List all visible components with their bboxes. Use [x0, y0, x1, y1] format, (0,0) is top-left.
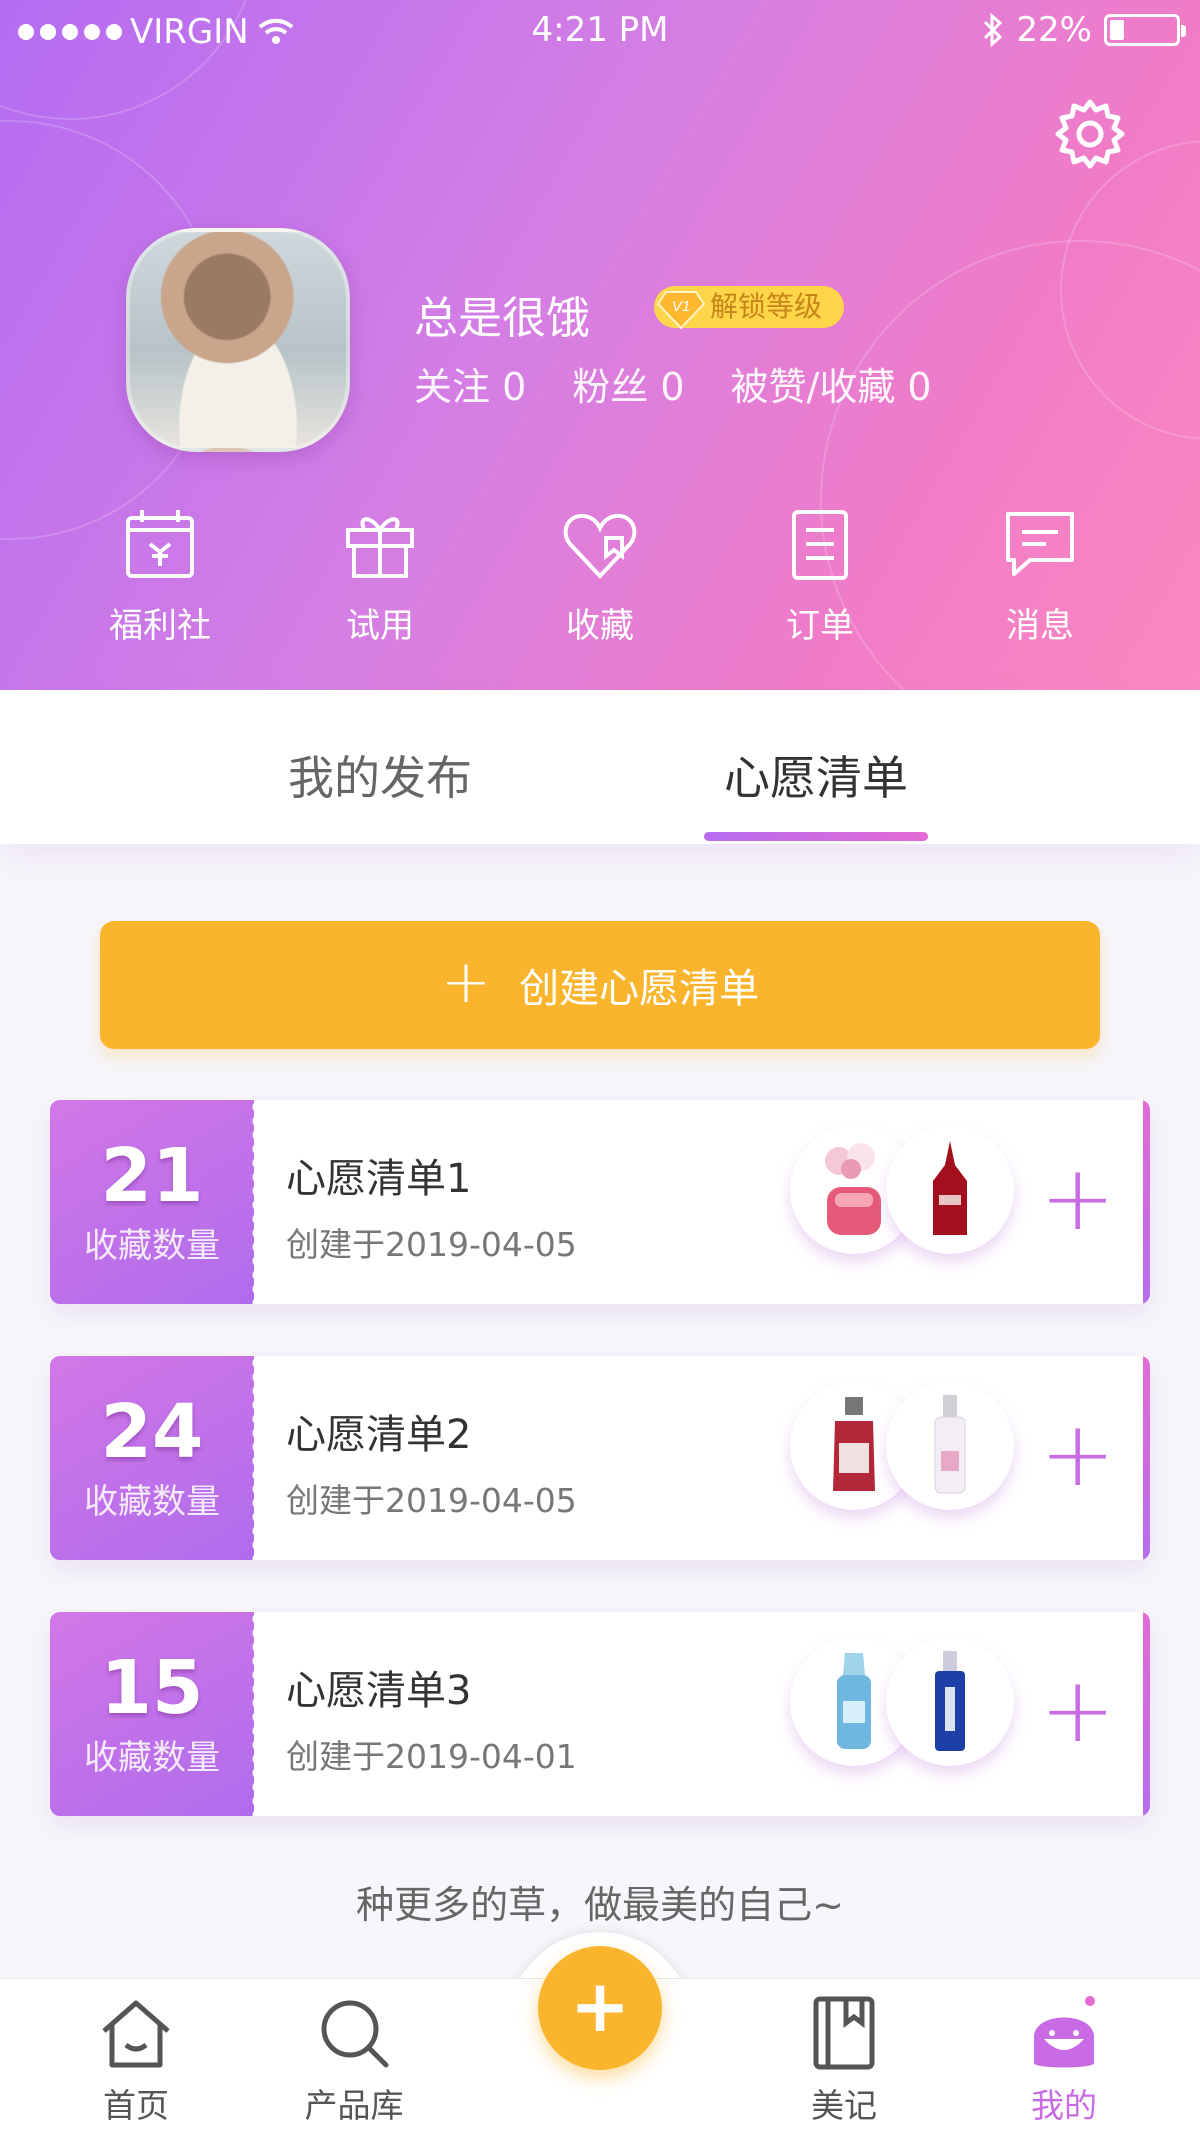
- level-gem-icon: V1: [656, 291, 706, 330]
- profile-face-icon: [1034, 1996, 1095, 2068]
- quick-messages[interactable]: 消息: [930, 504, 1150, 647]
- slogan: 种更多的草，做最美的自己~: [356, 1883, 844, 1927]
- message-icon: [1006, 512, 1074, 576]
- create-wishlist-button[interactable]: + 创建心愿清单: [100, 921, 1100, 1049]
- quick-label: 消息: [1006, 606, 1074, 646]
- active-tab-indicator: [704, 832, 928, 841]
- wishlist-count-block: 15 收藏数量: [50, 1612, 254, 1816]
- wishlist-count-block: 24 收藏数量: [50, 1356, 254, 1560]
- essence-bottle-icon: [935, 1651, 965, 1751]
- quick-welfare[interactable]: 福利社: [50, 504, 270, 647]
- ticket-perforation: [244, 1612, 258, 1816]
- wishlist-count: 15: [100, 1645, 204, 1731]
- quick-label: 试用: [346, 606, 414, 646]
- add-post-button[interactable]: +: [538, 1946, 662, 2070]
- product-thumbnail[interactable]: [886, 1638, 1014, 1766]
- profile-header: VIRGIN 4:21 PM 22% 总是很饿 V1 解锁等级 关注 0 粉丝 …: [0, 0, 1200, 690]
- product-thumbnail[interactable]: [886, 1126, 1014, 1254]
- profile-tabs: 我的发布 心愿清单: [0, 690, 1200, 844]
- fans-count[interactable]: 粉丝 0: [572, 356, 684, 411]
- notebook-icon: [813, 1996, 875, 2070]
- wishlist-card[interactable]: 24 收藏数量 心愿清单2 创建于2019-04-05 +: [50, 1356, 1150, 1560]
- quick-orders[interactable]: 订单: [710, 504, 930, 647]
- plus-icon: +: [440, 947, 492, 1017]
- add-to-wishlist-button[interactable]: +: [1040, 1400, 1115, 1510]
- quick-label: 收藏: [566, 606, 634, 646]
- calendar-gift-icon: [126, 510, 194, 578]
- battery-icon: [1104, 14, 1186, 46]
- following-count[interactable]: 关注 0: [414, 356, 526, 411]
- username: 总是很饿: [414, 293, 590, 344]
- home-icon: [102, 2000, 170, 2068]
- quick-label: 福利社: [109, 606, 211, 646]
- gear-icon[interactable]: [1052, 96, 1128, 172]
- serum-bottle-icon: [933, 1141, 967, 1235]
- wishlist-count-label: 收藏数量: [84, 1226, 220, 1266]
- nav-label: 我的: [1031, 2086, 1097, 2125]
- likes-count[interactable]: 被赞/收藏 0: [731, 356, 932, 411]
- tab-my-posts[interactable]: 我的发布: [240, 742, 520, 808]
- quick-actions: 福利社 试用 收藏 订单 消息: [50, 504, 1150, 647]
- wishlist-date: 创建于2019-04-05: [286, 1225, 577, 1264]
- heart-bookmark-icon: [563, 513, 637, 579]
- quick-label: 订单: [786, 606, 854, 646]
- wishlist-count: 21: [100, 1133, 204, 1219]
- nav-notes[interactable]: 美记: [764, 1993, 924, 2127]
- nav-me[interactable]: 我的: [984, 1993, 1144, 2127]
- product-thumbnail[interactable]: [886, 1382, 1014, 1510]
- wishlist-card[interactable]: 15 收藏数量 心愿清单3 创建于2019-04-01 +: [50, 1612, 1150, 1816]
- ticket-perforation: [244, 1100, 258, 1304]
- nav-label: 产品库: [304, 2086, 404, 2125]
- nav-label: 美记: [811, 2086, 877, 2125]
- add-to-wishlist-button[interactable]: +: [1040, 1144, 1115, 1254]
- battery-percent: 22%: [1016, 10, 1092, 50]
- quick-trial[interactable]: 试用: [270, 504, 490, 647]
- wishlist-title: 心愿清单2: [286, 1412, 472, 1458]
- quick-favorites[interactable]: 收藏: [490, 504, 710, 647]
- svg-text:V1: V1: [672, 298, 690, 315]
- wishlist-count-label: 收藏数量: [84, 1738, 220, 1778]
- level-badge[interactable]: V1 解锁等级: [654, 286, 845, 330]
- status-bar: VIRGIN 4:21 PM 22%: [0, 0, 1200, 64]
- wishlist-count-label: 收藏数量: [84, 1482, 220, 1522]
- wishlist-count-block: 21 收藏数量: [50, 1100, 254, 1304]
- gift-box-icon: [346, 517, 414, 578]
- create-wishlist-label: 创建心愿清单: [519, 966, 760, 1012]
- pump-bottle-icon: [934, 1395, 966, 1494]
- wishlist-date: 创建于2019-04-01: [286, 1737, 577, 1776]
- nav-home[interactable]: 首页: [56, 1993, 216, 2127]
- tab-wishlist[interactable]: 心愿清单: [676, 742, 956, 808]
- add-to-wishlist-button[interactable]: +: [1040, 1656, 1115, 1766]
- wishlist-date: 创建于2019-04-05: [286, 1481, 577, 1520]
- profile-stats: 关注 0 粉丝 0 被赞/收藏 0: [414, 356, 932, 411]
- wishlist-title: 心愿清单1: [286, 1156, 472, 1202]
- order-list-icon: [792, 510, 848, 580]
- search-icon: [321, 2000, 389, 2068]
- wishlist-count: 24: [100, 1389, 204, 1475]
- wishlist-title: 心愿清单3: [286, 1668, 472, 1714]
- nav-label: 首页: [103, 2086, 169, 2125]
- bluetooth-icon: [984, 13, 1003, 47]
- nav-products[interactable]: 产品库: [274, 1993, 434, 2127]
- level-badge-label: 解锁等级: [710, 290, 823, 323]
- wishlist-card[interactable]: 21 收藏数量 心愿清单1 创建于2019-04-05 +: [50, 1100, 1150, 1304]
- avatar[interactable]: [126, 228, 350, 452]
- ticket-perforation: [244, 1356, 258, 1560]
